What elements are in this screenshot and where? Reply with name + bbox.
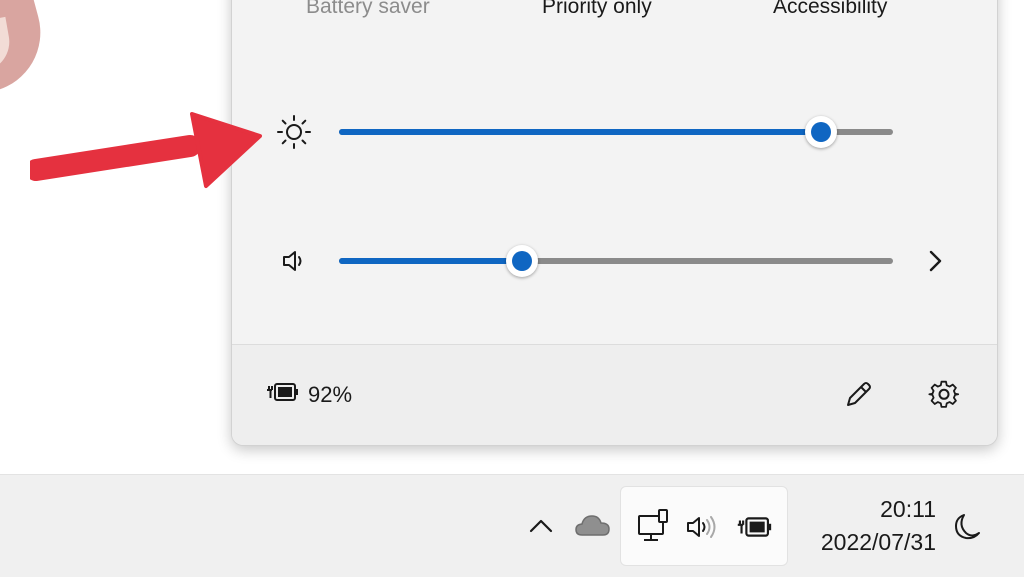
chevron-right-icon[interactable] — [923, 249, 947, 273]
brightness-slider-thumb[interactable] — [804, 116, 837, 148]
battery-status[interactable]: 92% — [266, 379, 352, 411]
volume-slider-fill — [339, 258, 522, 264]
tile-accessibility-label[interactable]: Accessibility — [773, 0, 887, 19]
settings-button[interactable] — [922, 373, 966, 417]
speaker-volume-icon — [683, 507, 723, 547]
network-wired-icon — [631, 505, 675, 549]
taskbar: 20:11 2022/07/31 — [0, 474, 1024, 577]
battery-charging-icon — [733, 507, 777, 547]
moon-icon — [955, 514, 980, 540]
quick-settings-footer: 92% — [232, 344, 997, 445]
brightness-row — [232, 112, 997, 152]
brightness-slider-fill — [339, 129, 821, 135]
clock-date: 2022/07/31 — [820, 529, 936, 555]
volume-row — [232, 241, 997, 281]
pencil-icon — [847, 382, 871, 406]
volume-slider-thumb[interactable] — [505, 245, 538, 277]
quick-settings-panel: Battery saver Priority only Accessibilit… — [231, 0, 998, 446]
system-tray-group[interactable] — [620, 486, 788, 566]
onedrive-cloud-icon — [575, 515, 610, 536]
edit-button[interactable] — [836, 373, 880, 417]
red-arrow-icon — [30, 112, 262, 188]
onedrive-button[interactable] — [571, 509, 615, 543]
brightness-slider[interactable] — [339, 116, 893, 148]
speaker-icon[interactable] — [274, 241, 314, 281]
chevron-up-icon — [529, 519, 553, 533]
battery-percent: 92% — [308, 382, 353, 407]
gear-icon — [928, 380, 960, 408]
tile-priority-only-label[interactable]: Priority only — [542, 0, 652, 19]
tile-battery-saver-label[interactable]: Battery saver — [306, 0, 430, 19]
battery-charging-icon — [266, 379, 300, 411]
quick-tile-labels: Battery saver Priority only Accessibilit… — [232, 0, 997, 25]
volume-slider[interactable] — [339, 245, 893, 277]
show-hidden-icons-button[interactable] — [524, 511, 558, 541]
focus-assist-button[interactable] — [950, 509, 984, 543]
clock-time: 20:11 — [880, 496, 936, 522]
brightness-sun-icon — [274, 112, 314, 152]
clock-button[interactable]: 20:11 2022/07/31 — [821, 493, 936, 559]
